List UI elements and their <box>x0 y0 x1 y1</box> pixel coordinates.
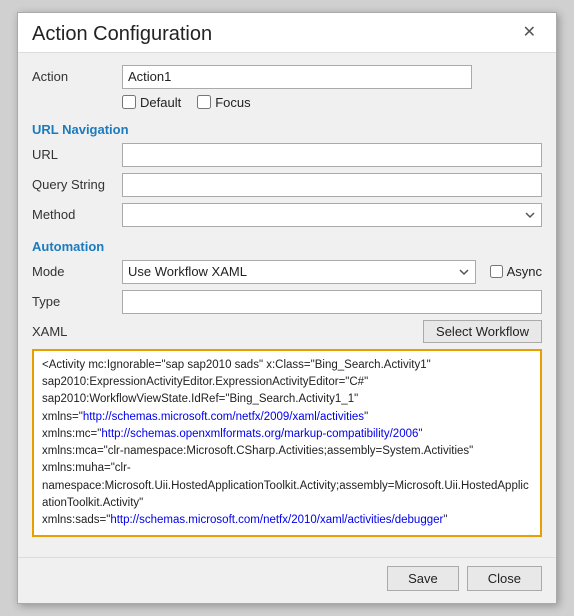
type-input[interactable] <box>122 290 542 314</box>
dialog-close-button[interactable]: ✕ <box>517 23 542 43</box>
method-row: Method GET POST PUT DELETE <box>32 203 542 227</box>
default-label: Default <box>140 95 181 110</box>
focus-checkbox[interactable] <box>197 95 211 109</box>
mode-label: Mode <box>32 264 122 279</box>
action-configuration-dialog: Action Configuration ✕ Action Default Fo… <box>17 12 557 605</box>
focus-checkbox-item[interactable]: Focus <box>197 95 250 110</box>
xmlns-sads-link[interactable]: http://schemas.microsoft.com/netfx/2010/… <box>110 514 443 526</box>
type-label: Type <box>32 294 122 309</box>
save-button[interactable]: Save <box>387 566 459 591</box>
async-checkbox[interactable] <box>490 265 503 278</box>
action-label: Action <box>32 69 122 84</box>
select-workflow-button[interactable]: Select Workflow <box>423 320 542 343</box>
action-input[interactable] <box>122 65 472 89</box>
query-string-label: Query String <box>32 177 122 192</box>
dialog-body: Action Default Focus URL Navigation URL … <box>18 53 556 558</box>
method-select[interactable]: GET POST PUT DELETE <box>122 203 542 227</box>
default-checkbox-item[interactable]: Default <box>122 95 181 110</box>
mode-row: Mode Use Workflow XAML Manual Auto Async <box>32 260 542 284</box>
async-checkbox-item[interactable]: Async <box>490 264 542 279</box>
url-input[interactable] <box>122 143 542 167</box>
xmlns-link[interactable]: http://schemas.microsoft.com/netfx/2009/… <box>83 411 364 423</box>
dialog-title-bar: Action Configuration ✕ <box>18 13 556 53</box>
default-checkbox[interactable] <box>122 95 136 109</box>
method-label: Method <box>32 207 122 222</box>
automation-section-label: Automation <box>32 239 542 254</box>
query-string-row: Query String <box>32 173 542 197</box>
query-string-input[interactable] <box>122 173 542 197</box>
dialog-footer: Save Close <box>18 557 556 603</box>
xaml-label: XAML <box>32 324 122 339</box>
mode-select-wrap: Use Workflow XAML Manual Auto Async <box>122 260 542 284</box>
xaml-editor[interactable]: <Activity mc:Ignorable="sap sap2010 sads… <box>32 349 542 538</box>
dialog-title: Action Configuration <box>32 23 212 46</box>
focus-label: Focus <box>215 95 250 110</box>
async-label: Async <box>507 264 542 279</box>
url-row: URL <box>32 143 542 167</box>
url-label: URL <box>32 147 122 162</box>
mode-select[interactable]: Use Workflow XAML Manual Auto <box>122 260 476 284</box>
url-navigation-section-label: URL Navigation <box>32 122 542 137</box>
close-button[interactable]: Close <box>467 566 542 591</box>
type-row: Type <box>32 290 542 314</box>
xmlns-mc-link[interactable]: http://schemas.openxmlformats.org/markup… <box>101 428 418 440</box>
action-row: Action <box>32 65 542 89</box>
checkbox-row: Default Focus <box>122 95 542 110</box>
xaml-row: XAML Select Workflow <box>32 320 542 343</box>
